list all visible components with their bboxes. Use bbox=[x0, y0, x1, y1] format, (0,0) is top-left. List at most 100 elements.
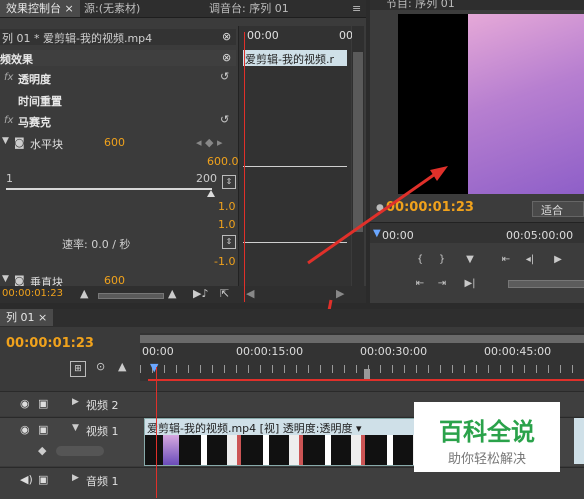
play-icon[interactable]: ▶ bbox=[548, 254, 568, 265]
lock-icon[interactable]: ▣ bbox=[38, 473, 48, 486]
horizontal-blocks-row[interactable]: ▼ ◙ 水平块 600 ◂ ◆ ▸ bbox=[0, 135, 236, 153]
playhead-icon[interactable]: ▼ bbox=[150, 361, 158, 374]
stopwatch-icon[interactable]: ◙ bbox=[14, 136, 25, 149]
zoom-in-icon[interactable]: ▲ bbox=[168, 287, 176, 300]
program-ruler[interactable]: 00:00 00:05:00:00 ▼ bbox=[370, 222, 584, 243]
graph-value-neg: -1.0 bbox=[214, 255, 236, 268]
lock-icon[interactable]: ▣ bbox=[38, 423, 48, 436]
horizontal-slider-min: 1 bbox=[6, 172, 13, 185]
play-audio-icon[interactable]: ▶♪ bbox=[193, 287, 208, 300]
close-icon[interactable]: × bbox=[65, 2, 74, 15]
fit-dropdown[interactable]: 适合 bbox=[532, 201, 584, 217]
effect-timecode[interactable]: 00:00:01:23 bbox=[2, 288, 63, 299]
timeline-timecode[interactable]: 00:00:01:23 bbox=[6, 336, 94, 351]
tab-program[interactable]: 节目: 序列 01 bbox=[386, 0, 455, 11]
opacity-row[interactable]: fx 透明度 ↺ bbox=[0, 70, 236, 88]
ruler-start-label: 00:00 bbox=[382, 229, 414, 242]
program-monitor: 节目: 序列 01 ● 00:00:01:23 适合 00:00 00:05:0… bbox=[370, 0, 584, 303]
scroll-left-icon[interactable]: ◀ bbox=[246, 287, 254, 300]
track-expand-icon[interactable]: ▶ bbox=[72, 473, 79, 483]
snap-icon[interactable]: ⊞ bbox=[70, 361, 86, 377]
keyframe-nav-icon[interactable]: ◂ ◆ ▸ bbox=[196, 136, 223, 149]
close-icon[interactable]: × bbox=[38, 311, 47, 324]
tab-audio-mixer[interactable]: 调音台: 序列 01 bbox=[203, 0, 295, 17]
step-forward-icon[interactable]: } bbox=[432, 254, 452, 265]
sequence-clip-label: 列 01 * 爱剪辑-我的视频.mp4 bbox=[2, 32, 153, 45]
video-effects-heading: 频效果 ⊗ bbox=[0, 50, 236, 66]
effect-header: 列 01 * 爱剪辑-我的视频.mp4 ⊗ bbox=[0, 29, 236, 45]
lock-icon[interactable]: ▣ bbox=[38, 397, 48, 410]
speed-scale-icon[interactable]: ⇕ bbox=[222, 235, 236, 249]
speaker-icon[interactable]: ◀) bbox=[20, 473, 33, 486]
horizontal-slider-thumb[interactable] bbox=[207, 190, 215, 197]
horizontal-blocks-value[interactable]: 600 bbox=[104, 136, 125, 149]
track-collapse-icon[interactable]: ▼ bbox=[72, 423, 79, 433]
reset-icon[interactable]: ↺ bbox=[220, 70, 229, 83]
effect-scrollbar[interactable] bbox=[352, 26, 364, 288]
track-name: 视频 1 bbox=[86, 425, 119, 438]
keyframe-nav[interactable] bbox=[56, 446, 104, 456]
playhead-icon[interactable]: ▼ bbox=[373, 228, 381, 239]
mini-clip-bar[interactable]: 爱剪辑-我的视频.r bbox=[243, 50, 347, 66]
ruler-ticks bbox=[140, 365, 584, 373]
work-area-bar[interactable] bbox=[140, 335, 584, 343]
in-out-marker[interactable] bbox=[364, 369, 370, 379]
tab-effect-controls[interactable]: 效果控制台 × bbox=[0, 0, 80, 17]
collapse-icon[interactable]: ⊗ bbox=[222, 51, 231, 64]
track-expand-icon[interactable]: ▶ bbox=[72, 397, 79, 407]
tab-source[interactable]: 源:(无素材) bbox=[78, 0, 146, 17]
set-marker-icon[interactable]: ⊙ bbox=[96, 360, 105, 373]
scroll-thumb[interactable] bbox=[353, 52, 363, 232]
reset-icon[interactable]: ↺ bbox=[220, 113, 229, 126]
video-clip-next[interactable] bbox=[574, 418, 584, 464]
clip-title: 爱剪辑-我的视频.mp4 [视] 透明度:透明度 ▾ bbox=[147, 422, 362, 435]
disclosure-triangle-icon[interactable]: ▼ bbox=[2, 136, 9, 146]
video-frame bbox=[398, 14, 584, 194]
tab-sequence[interactable]: 列 01 × bbox=[0, 309, 54, 326]
graph-scale-icon[interactable]: ⇕ bbox=[222, 175, 236, 189]
ruler-mid-label: 00:05:00:00 bbox=[506, 229, 574, 242]
clip-thumbnail bbox=[163, 435, 179, 465]
timeline-playhead[interactable] bbox=[156, 367, 157, 498]
fit-label: 适合 bbox=[541, 204, 563, 217]
program-timecode[interactable]: 00:00:01:23 bbox=[386, 200, 474, 215]
go-to-in-icon[interactable]: ⇤ bbox=[496, 254, 516, 265]
fx-icon: fx bbox=[4, 115, 14, 126]
timeline-red-baseline bbox=[148, 379, 584, 381]
shuttle-slider[interactable] bbox=[508, 280, 584, 288]
set-out-icon[interactable]: ⇥ bbox=[432, 278, 452, 289]
add-marker-icon[interactable]: ▲ bbox=[118, 360, 126, 373]
ruler-label: 00:00:45:00 bbox=[484, 345, 552, 358]
marker-icon[interactable]: ▼ bbox=[460, 254, 480, 265]
watermark: 百科全说 助你轻松解决 bbox=[414, 402, 560, 472]
set-in-icon[interactable]: ⇤ bbox=[410, 278, 430, 289]
watermark-title: 百科全说 bbox=[439, 418, 535, 446]
export-icon[interactable]: ⇱ bbox=[220, 287, 229, 300]
horizontal-slider-track[interactable] bbox=[6, 188, 212, 190]
step-back-frame-icon[interactable]: ◂| bbox=[520, 254, 540, 265]
video-clip[interactable]: 爱剪辑-我的视频.mp4 [视] 透明度:透明度 ▾ bbox=[144, 418, 416, 466]
track-name: 音频 1 bbox=[86, 475, 119, 488]
scroll-right-icon[interactable]: ▶ bbox=[336, 287, 344, 300]
zoom-out-icon[interactable]: ▲ bbox=[80, 287, 88, 300]
effect-bottom-bar: 00:00:01:23 ▲ ▲ ▶♪ ⇱ ◀ ▶ bbox=[0, 286, 366, 303]
mini-clip-label: 爱剪辑-我的视频.r bbox=[245, 53, 334, 66]
playhead-marker-icon: ● bbox=[376, 203, 384, 213]
panel-menu-icon[interactable]: ≡ bbox=[346, 0, 367, 17]
timeline-ruler[interactable]: 00:00 00:00:15:00 00:00:30:00 00:00:45:0… bbox=[140, 333, 584, 381]
mosaic-row[interactable]: fx 马赛克 ↺ bbox=[0, 113, 236, 131]
zoom-slider[interactable] bbox=[98, 293, 164, 299]
mini-playhead[interactable] bbox=[244, 32, 245, 302]
expand-icon[interactable]: ⊗ bbox=[222, 30, 231, 43]
keyframe-toggle-icon[interactable]: ◆ bbox=[38, 444, 46, 457]
play-in-to-out-icon[interactable]: ▶| bbox=[460, 278, 480, 289]
opacity-label: 透明度 bbox=[18, 73, 51, 86]
eye-icon[interactable]: ◉ bbox=[20, 397, 30, 410]
time-remap-row[interactable]: 时间重置 bbox=[0, 92, 236, 110]
ruler-label: 00:00:30:00 bbox=[360, 345, 428, 358]
step-back-icon[interactable]: { bbox=[410, 254, 430, 265]
eye-icon[interactable]: ◉ bbox=[20, 423, 30, 436]
disclosure-triangle-icon[interactable]: ▼ bbox=[2, 274, 9, 284]
horizontal-blocks-label: 水平块 bbox=[30, 138, 63, 151]
time-remap-label: 时间重置 bbox=[18, 95, 62, 108]
